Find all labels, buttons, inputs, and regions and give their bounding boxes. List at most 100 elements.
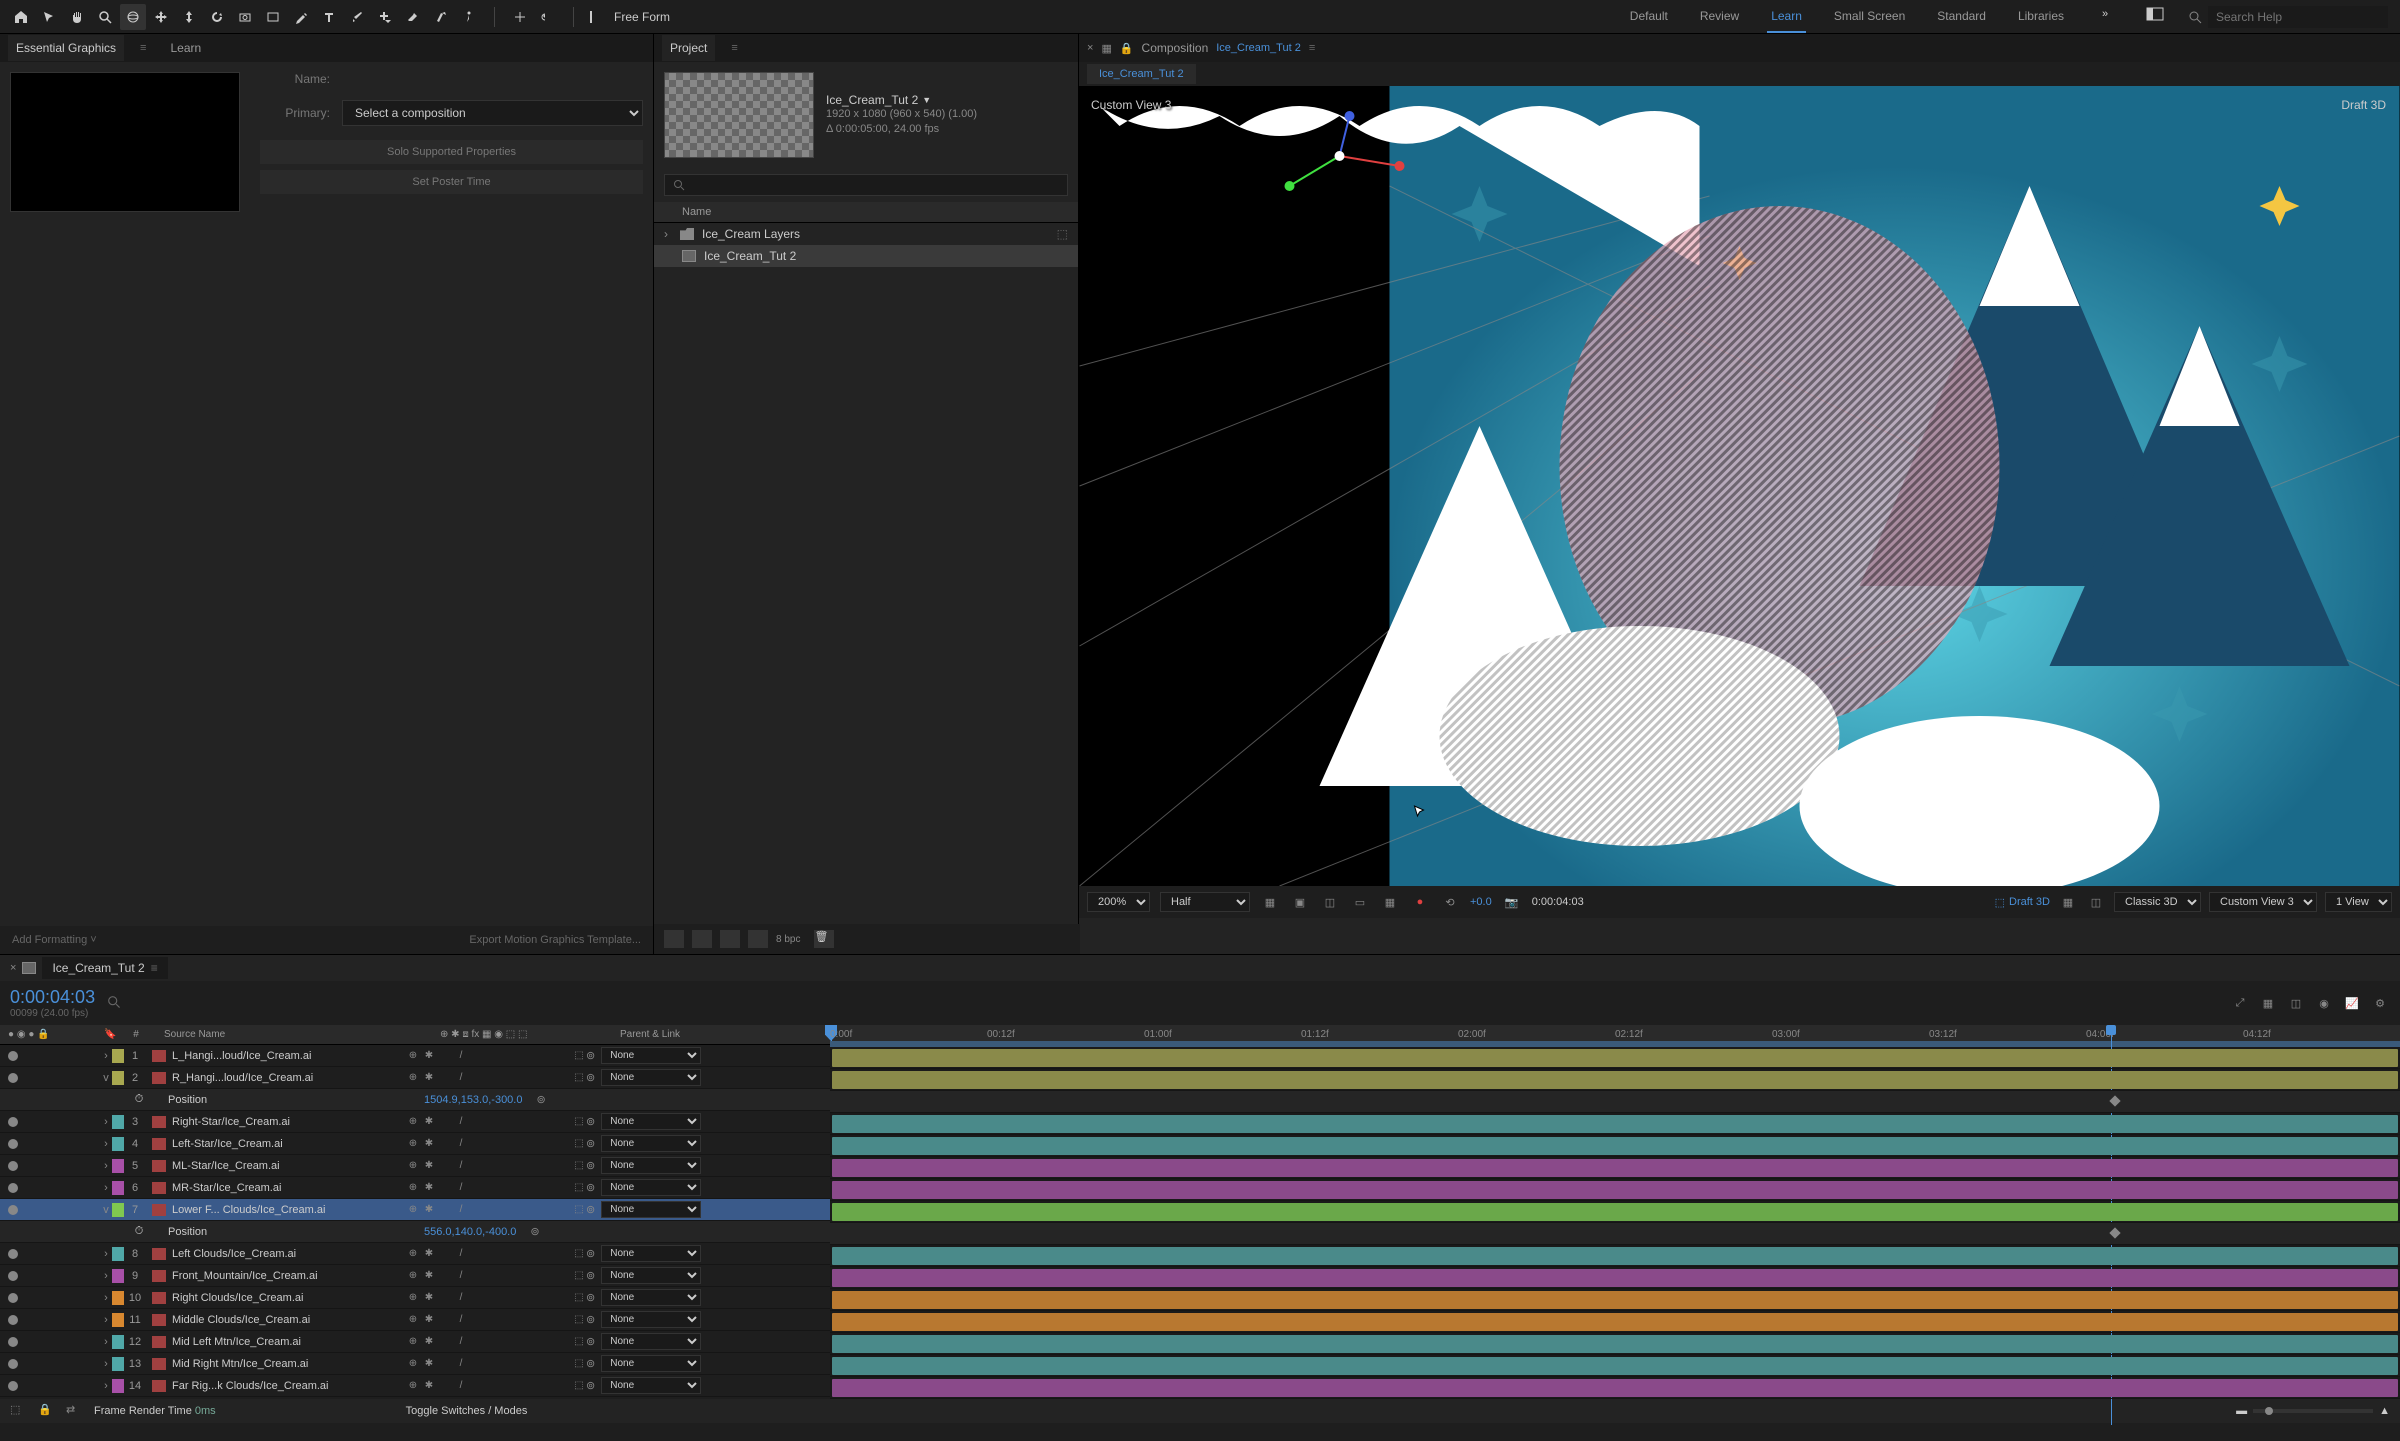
project-comp-icon[interactable] — [720, 930, 740, 948]
layer-name[interactable]: Front_Mountain/Ice_Cream.ai — [146, 1270, 406, 1282]
reset-exposure-icon[interactable]: ⟲ — [1440, 893, 1460, 911]
timeline-layer-row[interactable]: › 3 Right-Star/Ice_Cream.ai ⊕✱/ ⬚ ⊚ None — [0, 1111, 830, 1133]
expand-toggle[interactable]: › — [100, 1314, 112, 1326]
3d-plane-icon[interactable]: ◫ — [2086, 893, 2106, 911]
mask-icon[interactable]: ◫ — [1320, 893, 1340, 911]
workspace-learn[interactable]: Learn — [1767, 1, 1806, 33]
tl-frame-blend-icon[interactable]: ◫ — [2286, 994, 2306, 1012]
layer-color-swatch[interactable] — [112, 1379, 124, 1393]
zoom-slider[interactable] — [2253, 1409, 2373, 1413]
layer-color-swatch[interactable] — [112, 1159, 124, 1173]
transparency-icon[interactable]: ▦ — [1380, 893, 1400, 911]
layer-switches[interactable]: ⊕✱/ ⬚ — [406, 1138, 586, 1149]
project-adjust-icon[interactable] — [748, 930, 768, 948]
visibility-toggle[interactable] — [8, 1139, 18, 1149]
pickwhip-icon[interactable]: ⊚ — [586, 1291, 595, 1304]
workspace-panel-icon[interactable] — [2142, 1, 2168, 27]
tl-expand-icon[interactable]: ⬚ — [10, 1403, 28, 1419]
tl-switch-icon[interactable]: ⇄ — [66, 1403, 84, 1419]
project-search[interactable] — [664, 174, 1068, 196]
comp-subtab[interactable]: Ice_Cream_Tut 2 — [1087, 64, 1196, 84]
tl-motion-blur-icon[interactable]: ◉ — [2314, 994, 2334, 1012]
parent-select[interactable]: None — [601, 1201, 701, 1218]
expand-toggle[interactable]: › — [100, 1248, 112, 1260]
snapping-icon[interactable] — [578, 4, 604, 30]
layer-color-swatch[interactable] — [112, 1335, 124, 1349]
rect-tool-icon[interactable] — [260, 4, 286, 30]
workspace-libraries[interactable]: Libraries — [2014, 1, 2068, 33]
layer-name[interactable]: Left-Star/Ice_Cream.ai — [146, 1138, 406, 1150]
world-axis-icon[interactable] — [535, 4, 561, 30]
timeline-ruler[interactable]: 0:00f00:12f01:00f01:12f02:00f02:12f03:00… — [830, 1025, 2400, 1047]
source-name-header[interactable]: Source Name — [156, 1029, 436, 1040]
3d-ground-icon[interactable]: ▦ — [2058, 893, 2078, 911]
pickwhip-icon[interactable]: ⊚ — [586, 1159, 595, 1172]
eraser-tool-icon[interactable] — [400, 4, 426, 30]
export-template-button[interactable]: Export Motion Graphics Template... — [469, 934, 641, 946]
timeline-layer-row[interactable]: › 9 Front_Mountain/Ice_Cream.ai ⊕✱/ ⬚ ⊚ … — [0, 1265, 830, 1287]
poster-time-button[interactable]: Set Poster Time — [260, 170, 643, 194]
channel-icon[interactable]: ● — [1410, 893, 1430, 911]
pickwhip-icon[interactable]: ⊚ — [586, 1181, 595, 1194]
timeline-layer-row[interactable]: › 12 Mid Left Mtn/Ice_Cream.ai ⊕✱/ ⬚ ⊚ N… — [0, 1331, 830, 1353]
layer-name[interactable]: MR-Star/Ice_Cream.ai — [146, 1182, 406, 1194]
pickwhip-icon[interactable]: ⊚ — [586, 1357, 595, 1370]
visibility-toggle[interactable] — [8, 1337, 18, 1347]
expand-toggle[interactable]: v — [100, 1072, 112, 1084]
region-icon[interactable]: ▭ — [1350, 893, 1370, 911]
dolly-tool-icon[interactable] — [176, 4, 202, 30]
workspace-default[interactable]: Default — [1626, 1, 1672, 33]
visibility-toggle[interactable] — [8, 1315, 18, 1325]
comp-flow-icon[interactable]: ▦ — [1101, 42, 1111, 55]
zoom-select[interactable]: 200% — [1087, 892, 1150, 912]
timeline-layer-row[interactable]: v 2 R_Hangi...loud/Ice_Cream.ai ⊕✱/ ⬚ ⊚ … — [0, 1067, 830, 1089]
layer-switches[interactable]: ⊕✱/ ⬚ — [406, 1292, 586, 1303]
project-comp-item[interactable]: Ice_Cream_Tut 2 — [654, 245, 1078, 267]
parent-select[interactable]: None — [601, 1069, 701, 1086]
pickwhip-icon[interactable]: ⊚ — [586, 1335, 595, 1348]
hand-tool-icon[interactable] — [64, 4, 90, 30]
layer-color-swatch[interactable] — [112, 1357, 124, 1371]
rotation-tool-icon[interactable] — [204, 4, 230, 30]
workspace-review[interactable]: Review — [1696, 1, 1743, 33]
project-comp-name[interactable]: Ice_Cream_Tut 2 ▼ — [826, 93, 1068, 107]
timeline-search-icon[interactable] — [107, 995, 123, 1011]
timeline-layer-row[interactable]: › 14 Far Rig...k Clouds/Ice_Cream.ai ⊕✱/… — [0, 1375, 830, 1397]
expand-toggle[interactable]: › — [100, 1160, 112, 1172]
layer-name[interactable]: ML-Star/Ice_Cream.ai — [146, 1160, 406, 1172]
layer-switches[interactable]: ⊕✱/ ⬚ — [406, 1380, 586, 1391]
property-track[interactable] — [830, 1091, 2400, 1113]
timeline-track[interactable] — [830, 1201, 2400, 1223]
pickwhip-icon[interactable]: ⊚ — [586, 1269, 595, 1282]
timeline-track[interactable] — [830, 1069, 2400, 1091]
project-search-input[interactable] — [685, 179, 1059, 191]
pickwhip-icon[interactable]: ⊚ — [586, 1379, 595, 1392]
view-select[interactable]: Custom View 3 — [2209, 892, 2317, 912]
tl-graph-icon[interactable]: 📈 — [2342, 994, 2362, 1012]
project-folder-item[interactable]: › Ice_Cream Layers ⬚ — [654, 223, 1078, 245]
visibility-toggle[interactable] — [8, 1381, 18, 1391]
camera-tool-icon[interactable] — [232, 4, 258, 30]
pan-tool-icon[interactable] — [148, 4, 174, 30]
project-view-icon[interactable] — [664, 930, 684, 948]
layer-color-swatch[interactable] — [112, 1313, 124, 1327]
visibility-toggle[interactable] — [8, 1183, 18, 1193]
tab-essential-graphics[interactable]: Essential Graphics — [8, 35, 124, 61]
project-trash-icon[interactable]: 🗑 — [814, 930, 834, 948]
parent-select[interactable]: None — [601, 1267, 701, 1284]
timeline-track[interactable] — [830, 1157, 2400, 1179]
draft3d-toggle[interactable]: ⬚ Draft 3D — [1995, 896, 2050, 909]
timeline-close-icon[interactable]: × — [10, 962, 16, 974]
guides-icon[interactable]: ▣ — [1290, 893, 1310, 911]
layer-color-swatch[interactable] — [112, 1181, 124, 1195]
layer-name[interactable]: Mid Right Mtn/Ice_Cream.ai — [146, 1358, 406, 1370]
layer-switches[interactable]: ⊕✱/ ⬚ — [406, 1050, 586, 1061]
viewer-timecode[interactable]: 0:00:04:03 — [1532, 896, 1584, 908]
keyframe-icon[interactable] — [2109, 1227, 2120, 1238]
layer-name[interactable]: R_Hangi...loud/Ice_Cream.ai — [146, 1072, 406, 1084]
pickwhip-icon[interactable]: ⊚ — [586, 1115, 595, 1128]
pickwhip-icon[interactable]: ⊚ — [586, 1137, 595, 1150]
timeline-layer-row[interactable]: › 1 L_Hangi...loud/Ice_Cream.ai ⊕✱/ ⬚ ⊚ … — [0, 1045, 830, 1067]
layer-switches[interactable]: ⊕✱/ ⬚ — [406, 1270, 586, 1281]
parent-select[interactable]: None — [601, 1311, 701, 1328]
